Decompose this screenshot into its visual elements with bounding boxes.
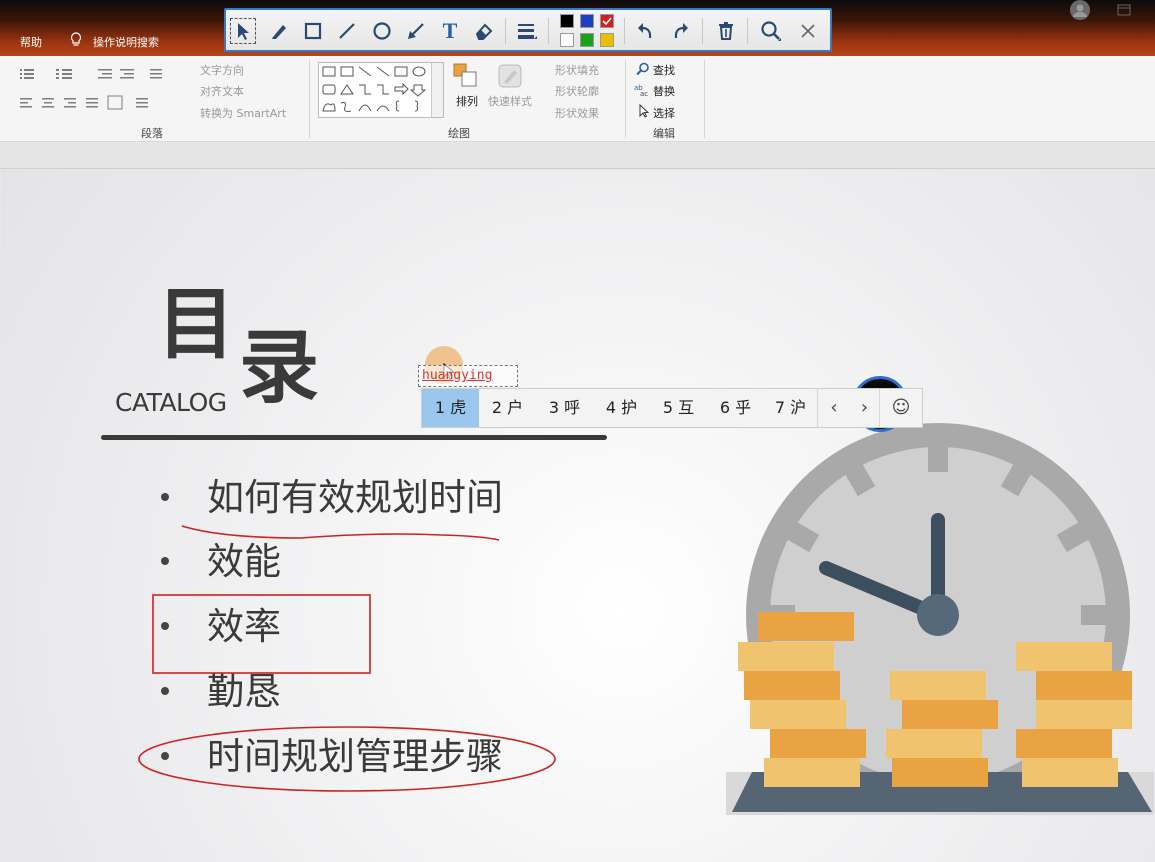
line-width-icon[interactable] — [514, 18, 540, 44]
ime-candidate[interactable]: 4 护 — [593, 389, 650, 427]
arrange-button[interactable]: 排列 — [456, 93, 478, 109]
rectangle-icon[interactable] — [300, 18, 326, 44]
color-white-swatch[interactable] — [560, 33, 574, 47]
find-icon — [636, 62, 649, 76]
eraser-icon[interactable] — [471, 18, 497, 44]
undo-icon[interactable] — [632, 18, 658, 44]
ribbon-bottom-bar — [0, 143, 1155, 169]
replace-icon: ab ac — [634, 84, 648, 97]
quick-styles-icon[interactable] — [496, 62, 526, 92]
ribbon: 文字方向 对齐文本 转换为 SmartArt 段落 排列 快速样式 形状填充 形… — [0, 56, 1155, 142]
redo-icon[interactable] — [668, 18, 694, 44]
replace-button[interactable]: 替换 — [653, 83, 675, 99]
align-text-button[interactable]: 对齐文本 — [200, 83, 244, 99]
select-button[interactable]: 选择 — [653, 105, 675, 121]
ime-candidate[interactable]: 2 户 — [479, 389, 536, 427]
ime-emoji-button[interactable]: ☺ — [879, 389, 922, 427]
arrow-icon[interactable] — [403, 18, 429, 44]
pointer-icon[interactable] — [230, 18, 256, 44]
slide-canvas[interactable]: 目 录 CATALOG 如何有效规划时间 效能 效率 勤恳 时间规划管理步骤 — [1, 170, 1155, 862]
ellipse-icon[interactable] — [369, 18, 395, 44]
convert-smartart-button[interactable]: 转换为 SmartArt — [200, 105, 286, 121]
svg-text:ac: ac — [640, 90, 648, 97]
tell-me-search[interactable]: 操作说明搜索 — [93, 34, 159, 50]
ime-prev-page-button[interactable]: ‹ — [817, 389, 850, 427]
annotation-toolbar: T — [224, 8, 832, 52]
quick-styles-button[interactable]: 快速样式 — [488, 93, 532, 109]
color-green-swatch[interactable] — [580, 33, 594, 47]
ime-candidate[interactable]: 5 互 — [650, 389, 707, 427]
ime-next-page-button[interactable]: › — [850, 389, 879, 427]
close-icon[interactable] — [795, 18, 821, 44]
find-button[interactable]: 查找 — [653, 62, 675, 78]
check-icon — [602, 17, 612, 26]
drawing-group-label: 绘图 — [448, 127, 470, 140]
text-tool-glyph: T — [442, 18, 458, 43]
menu-help[interactable]: 帮助 — [20, 34, 42, 50]
shapes-gallery-icon — [322, 66, 427, 112]
ime-candidate[interactable]: 1 虎 — [422, 389, 479, 427]
gallery-scrollbar[interactable] — [431, 63, 443, 117]
trash-icon[interactable] — [713, 18, 739, 44]
shape-outline-button[interactable]: 形状轮廓 — [555, 83, 599, 99]
color-black-swatch[interactable] — [560, 14, 574, 28]
ime-composition-text: huangying — [418, 365, 518, 387]
account-avatar-icon[interactable] — [1068, 0, 1092, 22]
paragraph-icons[interactable] — [18, 66, 168, 124]
text-direction-button[interactable]: 文字方向 — [200, 62, 244, 78]
app-window: 帮助 操作说明搜索 T 文字方向 对齐文本 转换为 SmartArt 段落 排列… — [0, 0, 1155, 862]
color-blue-swatch[interactable] — [580, 14, 594, 28]
shape-effects-button[interactable]: 形状效果 — [555, 105, 599, 121]
ime-candidate-bar: 1 虎 2 户 3 呼 4 护 5 互 6 乎 7 沪 ‹ › ☺ — [421, 388, 923, 428]
pen-icon[interactable] — [266, 18, 292, 44]
zoom-icon[interactable] — [758, 18, 784, 44]
ime-candidate[interactable]: 7 沪 — [764, 389, 817, 427]
shapes-gallery[interactable] — [318, 62, 444, 118]
lightbulb-icon — [71, 32, 81, 46]
ime-candidate[interactable]: 6 乎 — [707, 389, 764, 427]
paragraph-group-label: 段落 — [141, 127, 163, 140]
text-icon[interactable]: T — [437, 18, 463, 44]
ime-candidate[interactable]: 3 呼 — [536, 389, 593, 427]
select-cursor-icon — [639, 104, 650, 118]
editing-group-label: 编辑 — [653, 127, 675, 140]
color-red-swatch[interactable] — [600, 14, 614, 28]
ribbon-display-icon[interactable] — [1117, 4, 1131, 16]
line-icon[interactable] — [334, 18, 360, 44]
shape-fill-button[interactable]: 形状填充 — [555, 62, 599, 78]
ink-annotations — [138, 525, 556, 792]
color-yellow-swatch[interactable] — [600, 33, 614, 47]
arrange-icon[interactable] — [452, 62, 482, 90]
